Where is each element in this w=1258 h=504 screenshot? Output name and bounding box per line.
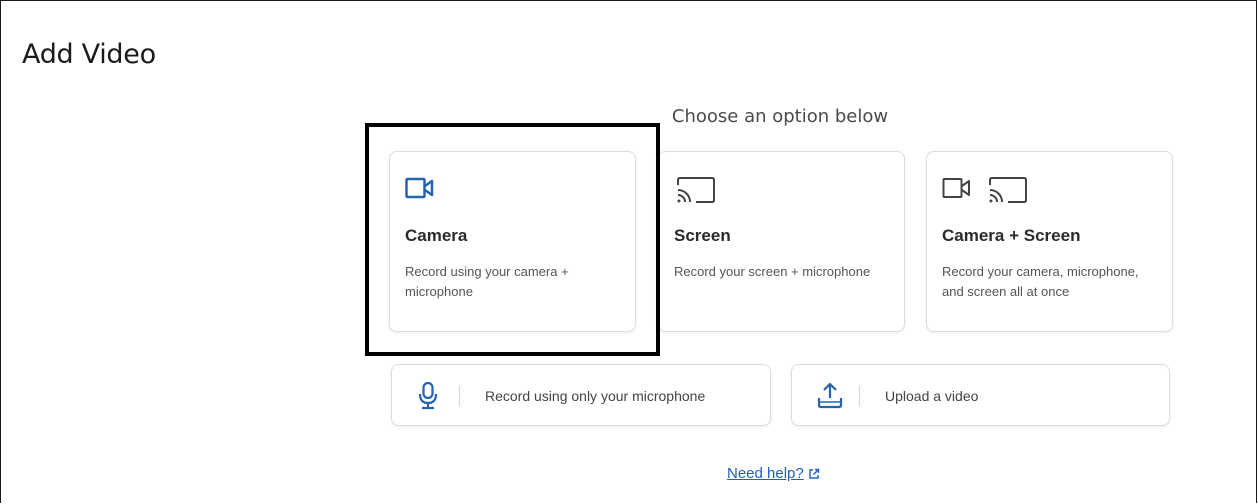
microphone-icon [418,381,438,410]
button-divider [459,386,460,406]
camera-screen-option-description: Record your camera, microphone, and scre… [942,264,1139,299]
need-help-link[interactable]: Need help? [727,465,820,482]
camera-screen-option-title: Camera + Screen [942,226,1081,245]
upload-video-button[interactable]: Upload a video [791,364,1170,426]
record-microphone-button[interactable]: Record using only your microphone [391,364,771,426]
cast-screen-icon [677,177,715,203]
camera-option-card[interactable]: Camera Record using your camera + microp… [389,151,636,332]
video-camera-icon [405,177,434,199]
upload-icon [817,382,843,409]
camera-option-description: Record using your camera + microphone [405,264,569,299]
options-subtitle: Choose an option below [671,106,889,127]
screen-option-card[interactable]: Screen Record your screen + microphone [658,151,905,332]
external-link-icon [809,468,819,479]
camera-screen-option-card[interactable]: Camera + Screen Record your camera, micr… [926,151,1173,332]
need-help-label: Need help? [727,465,804,482]
screen-option-title: Screen [674,226,731,245]
cast-screen-icon [989,177,1027,203]
video-camera-icon [942,178,970,198]
record-microphone-label: Record using only your microphone [485,388,706,404]
screen-option-description: Record your screen + microphone [674,264,871,279]
page-title: Add Video [22,39,156,70]
button-divider [859,386,860,406]
upload-video-label: Upload a video [885,388,979,404]
camera-option-title: Camera [405,226,468,245]
